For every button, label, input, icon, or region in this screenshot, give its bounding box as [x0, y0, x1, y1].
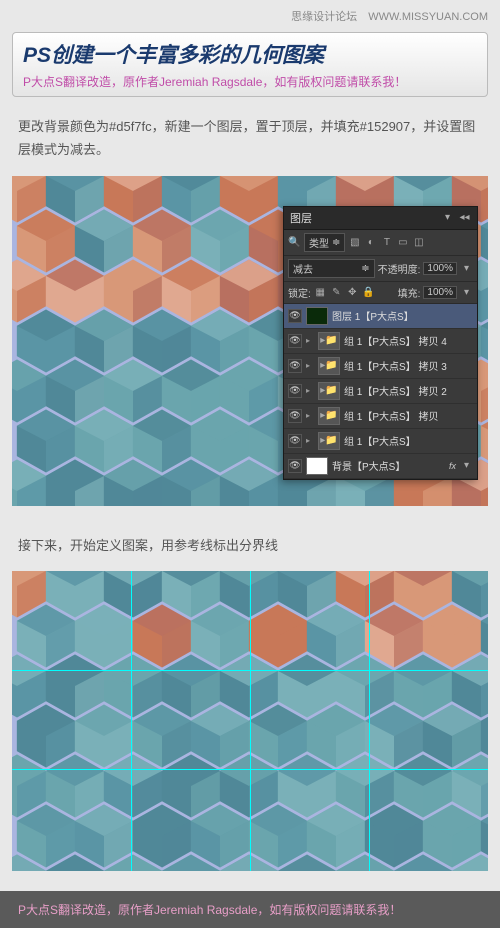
- filter-shape-icon[interactable]: ▭: [396, 236, 409, 249]
- blend-mode-select[interactable]: 减去≑: [288, 259, 375, 278]
- layer-thumbnail[interactable]: [306, 307, 328, 325]
- footer: P大点S翻译改造，原作者Jeremiah Ragsdale，如有版权问题请联系我…: [0, 891, 500, 928]
- fill-label: 填充:: [398, 285, 421, 300]
- lock-transparent-icon[interactable]: ▦: [314, 286, 327, 299]
- layer-row[interactable]: 👁 图层 1【P大点S】: [284, 304, 477, 329]
- expand-icon[interactable]: ▸: [306, 336, 314, 345]
- site-name: 思缘设计论坛: [291, 11, 357, 23]
- filter-type-select[interactable]: 类型 ≑: [304, 233, 345, 252]
- layer-row[interactable]: 👁 ▸ ▸📁 组 1【P大点S】: [284, 429, 477, 454]
- visibility-toggle[interactable]: 👁: [288, 459, 302, 473]
- panel-collapse-icon[interactable]: ◂◂: [458, 211, 471, 224]
- visibility-toggle[interactable]: 👁: [288, 384, 302, 398]
- expand-icon[interactable]: ▸: [306, 411, 314, 420]
- expand-icon[interactable]: ▸: [306, 386, 314, 395]
- layer-thumbnail[interactable]: ▸📁: [318, 357, 340, 375]
- site-url: WWW.MISSYUAN.COM: [368, 11, 488, 23]
- fill-value[interactable]: 100%: [423, 286, 457, 299]
- filter-smart-icon[interactable]: ◫: [412, 236, 425, 249]
- lock-label: 锁定:: [288, 285, 311, 300]
- opacity-value[interactable]: 100%: [423, 262, 457, 275]
- hex-pattern-2: [12, 571, 488, 871]
- layer-name[interactable]: 组 1【P大点S】 拷贝 2: [344, 383, 447, 398]
- filter-adjust-icon[interactable]: ◐: [364, 236, 377, 249]
- site-header: 思缘设计论坛 WWW.MISSYUAN.COM: [0, 0, 500, 28]
- layer-thumbnail[interactable]: ▸📁: [318, 332, 340, 350]
- visibility-toggle[interactable]: 👁: [288, 309, 302, 323]
- layer-row[interactable]: 👁 ▸ ▸📁 组 1【P大点S】 拷贝: [284, 404, 477, 429]
- lock-row: 锁定: ▦ ✎ ✥ 🔒 填充: 100% ▾: [284, 282, 477, 304]
- layer-thumbnail[interactable]: [306, 457, 328, 475]
- layer-row[interactable]: 👁 ▸ ▸📁 组 1【P大点S】 拷贝 3: [284, 354, 477, 379]
- layers-panel[interactable]: 图层 ▾ ◂◂ 🔍 类型 ≑ ▧ ◐ T ▭ ◫ 减去≑ 不透明度: 100% …: [283, 206, 478, 480]
- layer-name[interactable]: 组 1【P大点S】 拷贝 4: [344, 333, 447, 348]
- footer-text: P大点S翻译改造，原作者Jeremiah Ragsdale，如有版权问题请联系我…: [18, 903, 401, 917]
- filter-pixel-icon[interactable]: ▧: [348, 236, 361, 249]
- blend-row: 减去≑ 不透明度: 100% ▾: [284, 256, 477, 282]
- panel-tab-layers[interactable]: 图层: [290, 210, 312, 226]
- layer-name[interactable]: 背景【P大点S】: [332, 458, 405, 473]
- page-title: PS创建一个丰富多彩的几何图案: [23, 39, 477, 69]
- fx-caret-icon[interactable]: ▾: [460, 459, 473, 472]
- layer-name[interactable]: 图层 1【P大点S】: [332, 308, 414, 323]
- layer-thumbnail[interactable]: ▸📁: [318, 407, 340, 425]
- expand-icon[interactable]: ▸: [306, 436, 314, 445]
- layer-name[interactable]: 组 1【P大点S】: [344, 433, 416, 448]
- panel-header[interactable]: 图层 ▾ ◂◂: [284, 207, 477, 230]
- layer-thumbnail[interactable]: ▸📁: [318, 432, 340, 450]
- opacity-caret-icon[interactable]: ▾: [460, 262, 473, 275]
- visibility-toggle[interactable]: 👁: [288, 434, 302, 448]
- search-icon[interactable]: 🔍: [288, 236, 301, 249]
- layer-name[interactable]: 组 1【P大点S】 拷贝: [344, 408, 438, 423]
- layer-row[interactable]: 👁 ▸ ▸📁 组 1【P大点S】 拷贝 4: [284, 329, 477, 354]
- figure-1: 图层 ▾ ◂◂ 🔍 类型 ≑ ▧ ◐ T ▭ ◫ 减去≑ 不透明度: 100% …: [12, 176, 488, 506]
- filter-text-icon[interactable]: T: [380, 236, 393, 249]
- panel-menu-icon[interactable]: ▾: [441, 211, 454, 224]
- lock-brush-icon[interactable]: ✎: [330, 286, 343, 299]
- visibility-toggle[interactable]: 👁: [288, 409, 302, 423]
- layer-name[interactable]: 组 1【P大点S】 拷贝 3: [344, 358, 447, 373]
- fill-caret-icon[interactable]: ▾: [460, 286, 473, 299]
- layer-row[interactable]: 👁 ▸ ▸📁 组 1【P大点S】 拷贝 2: [284, 379, 477, 404]
- lock-all-icon[interactable]: 🔒: [362, 286, 375, 299]
- layer-row[interactable]: 👁 背景【P大点S】 fx ▾: [284, 454, 477, 479]
- lock-position-icon[interactable]: ✥: [346, 286, 359, 299]
- figure-2: [12, 571, 488, 871]
- opacity-label: 不透明度:: [378, 261, 421, 276]
- layer-list: 👁 图层 1【P大点S】 👁 ▸ ▸📁 组 1【P大点S】 拷贝 4 👁 ▸ ▸📁 组 1【P大点…: [284, 304, 477, 479]
- panel-controls: ▾ ◂◂: [441, 211, 471, 224]
- filter-row: 🔍 类型 ≑ ▧ ◐ T ▭ ◫: [284, 230, 477, 256]
- page-subtitle: P大点S翻译改造，原作者Jeremiah Ragsdale，如有版权问题请联系我…: [23, 73, 477, 90]
- title-block: PS创建一个丰富多彩的几何图案 P大点S翻译改造，原作者Jeremiah Rag…: [12, 32, 488, 97]
- visibility-toggle[interactable]: 👁: [288, 359, 302, 373]
- expand-icon[interactable]: ▸: [306, 361, 314, 370]
- layer-thumbnail[interactable]: ▸📁: [318, 382, 340, 400]
- body-text-2: 接下来，开始定义图案，用参考线标出分界线: [0, 520, 500, 571]
- body-text-1: 更改背景颜色为#d5f7fc，新建一个图层，置于顶层，并填充#152907，并设…: [0, 101, 500, 176]
- visibility-toggle[interactable]: 👁: [288, 334, 302, 348]
- fx-badge[interactable]: fx: [449, 461, 456, 471]
